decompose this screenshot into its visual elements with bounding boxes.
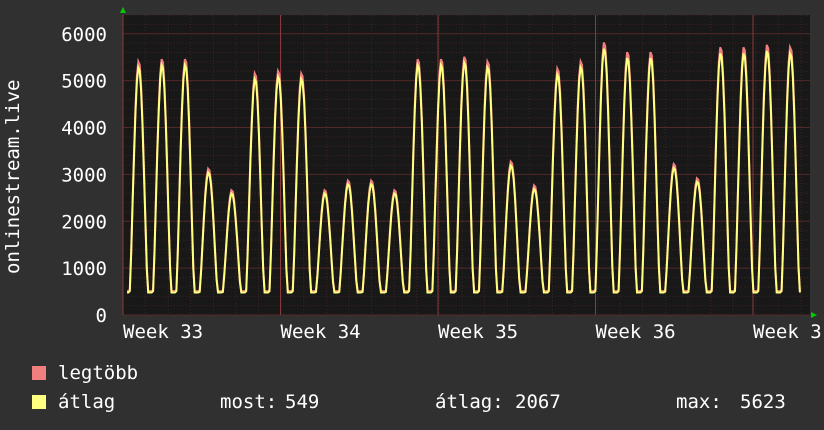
y-tick-label: 1000 xyxy=(61,258,107,280)
stat-max-value: 5623 xyxy=(740,391,786,413)
stat-avg-label: átlag: xyxy=(435,391,504,413)
legend-swatch-max xyxy=(32,366,46,380)
y-axis-arrow-icon xyxy=(120,7,126,13)
x-tick-label: Week 33 xyxy=(123,321,203,343)
x-tick-label: Week 35 xyxy=(438,321,518,343)
stat-now-label: most: xyxy=(220,391,278,413)
x-tick-label: Week 34 xyxy=(281,321,361,343)
stat-now-value: 549 xyxy=(285,391,320,413)
legend-label-max: legtöbb xyxy=(58,362,139,384)
y-tick-label: 2000 xyxy=(61,211,107,233)
y-axis-label: onlinestream.live xyxy=(2,80,24,274)
y-tick-label: 4000 xyxy=(61,118,107,140)
legend-swatch-avg xyxy=(32,395,46,409)
x-tick-label: Week 3 xyxy=(753,321,822,343)
stat-max-label: max: xyxy=(676,391,722,413)
y-tick-label: 3000 xyxy=(61,164,107,186)
y-tick-label: 5000 xyxy=(61,71,107,93)
x-tick-label: Week 36 xyxy=(596,321,676,343)
x-axis-arrow-icon xyxy=(811,312,817,318)
y-tick-label: 0 xyxy=(96,305,107,327)
stat-avg-value: 2067 xyxy=(515,391,561,413)
y-tick-label: 6000 xyxy=(61,24,107,46)
legend-label-avg: átlag xyxy=(58,391,116,413)
y-axis: 0 1000 2000 3000 4000 5000 6000 xyxy=(61,24,107,327)
